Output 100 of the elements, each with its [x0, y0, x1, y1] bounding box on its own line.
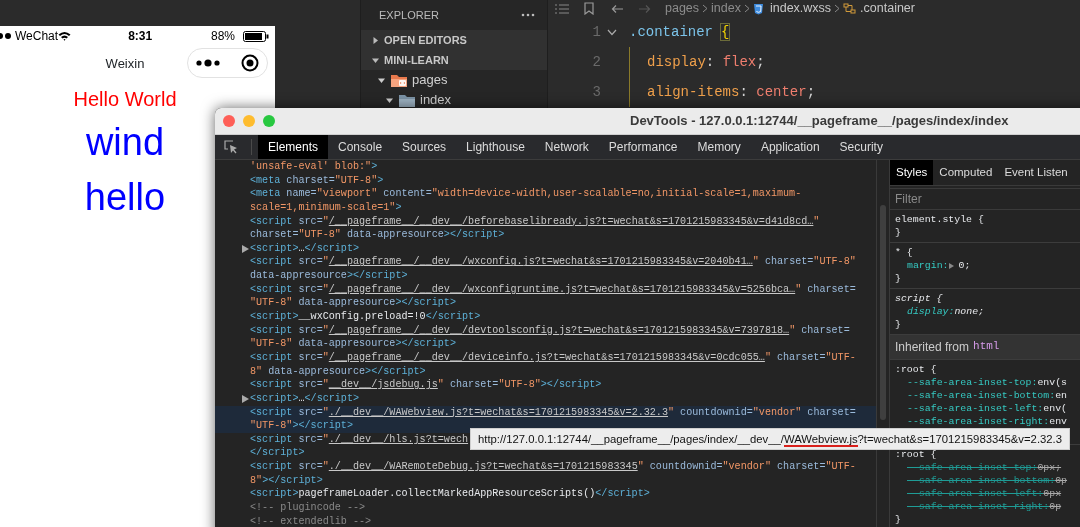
folder-icon [398, 92, 416, 108]
dom-line[interactable]: <meta name="viewport" content="width=device-width,user-scalable=no,initial-scale=1,maximum- [215, 187, 876, 201]
selector-icon [843, 2, 857, 15]
css-file-icon [752, 2, 766, 15]
dom-line[interactable]: 8" data-appresource></script> [215, 364, 876, 379]
dom-line[interactable]: <script src="/__pageframe__/__dev__/wxconfig.js?t=wechat&s=1701215983345&v=2040b41…" charset="UTF-8" [215, 255, 876, 270]
resource-link[interactable]: /__pageframe__/__dev__/devtoolsconfig.js?t=wechat&s=1701215983345&v=7397818… [328, 324, 790, 336]
panel-tab[interactable]: Console [328, 135, 393, 159]
dom-line[interactable]: "UTF-8" data-appresource></script> [215, 337, 876, 351]
css-declaration[interactable]: --safe-area-inset-bottom:en [895, 389, 1080, 402]
css-declaration[interactable]: display:none; [895, 305, 1080, 318]
breadcrumb-item[interactable]: .container [860, 0, 915, 18]
inspect-icon[interactable] [223, 139, 239, 155]
dom-line[interactable]: <script>…</script> [215, 241, 876, 256]
css-selector: * { [895, 246, 914, 259]
dom-line[interactable]: <script>pageframeLoader.collectMarkedAppResourceScripts()</script> [215, 487, 876, 501]
resource-link[interactable]: /__pageframe__/__dev__/deviceinfo.js?t=wechat&s=1701215983345&v=0cdc055… [328, 351, 765, 363]
dom-line[interactable]: <script src="/__pageframe__/__dev__/deviceinfo.js?t=wechat&s=1701215983345&v=0cdc055…" charset="UTF- [215, 350, 876, 365]
line-number: 2 [591, 52, 602, 72]
dom-line[interactable]: <!-- plugincode --> [215, 501, 876, 515]
resource-link[interactable]: /__pageframe__/__dev__/wxconfig.js?t=wechat&s=1701215983345&v=2040b41… [328, 256, 753, 268]
dom-line[interactable]: <script src="/__pageframe__/__dev__/wxconfigruntime.js?t=wechat&s=1701215983345&v=5256bca…" charset= [215, 282, 876, 297]
expand-triangle-icon[interactable] [949, 262, 955, 269]
folder-icon [390, 72, 408, 88]
chevron-icon [834, 4, 841, 13]
page-title: Weixin [105, 55, 145, 74]
capsule-menu[interactable] [187, 48, 268, 78]
panel-tab[interactable]: Lighthouse [456, 135, 535, 159]
css-declaration[interactable]: --safe-area-inset-bottom:0p [895, 474, 1080, 487]
dom-line[interactable]: charset="UTF-8" data-appresource></script> [215, 228, 876, 242]
css-declaration[interactable]: --safe-area-inset-right:env [895, 415, 1080, 428]
scrollbar-thumb[interactable] [880, 205, 886, 420]
dom-line[interactable]: 8"></script> [215, 473, 876, 488]
back-arrow-icon[interactable] [611, 3, 624, 14]
wifi-icon [58, 31, 72, 41]
dom-line[interactable]: <script src="/__pageframe__/__dev__/beforebaselibready.js?t=wechat&s=1701215983345&v=d41d8cd…" [215, 214, 876, 229]
section-header[interactable]: MINI-LEARN [361, 50, 547, 70]
dom-line[interactable]: <!-- extendedlib --> [215, 514, 876, 527]
dom-line[interactable]: <script src="./__dev__/WARemoteDebug.js?t=wechat&s=1701215983345" countdownid="vendor" charset="UTF- [215, 460, 876, 474]
panel-tab[interactable]: Application [750, 135, 830, 159]
dom-line[interactable]: <script src="__dev__/jsdebug.js" charset="UTF-8"></script> [215, 378, 876, 392]
resource-link[interactable]: /__pageframe__/__dev__/wxconfigruntime.js?t=wechat&s=1701215983345&v=5256bca… [328, 283, 796, 295]
css-declaration[interactable]: margin: 0; [895, 259, 1080, 272]
dom-line[interactable]: <script src="/__pageframe__/__dev__/devtoolsconfig.js?t=wechat&s=1701215983345&v=7397818…" charset= [215, 323, 876, 338]
dom-line[interactable]: data-appresource></script> [215, 269, 876, 283]
more-icon[interactable] [521, 13, 535, 17]
resource-link[interactable]: __dev__/jsdebug.js [328, 379, 438, 391]
dom-line[interactable]: scale=1,minimum-scale=1"> [215, 200, 876, 215]
battery-icon [243, 30, 269, 42]
panel-tab[interactable]: Security [829, 135, 893, 159]
more-icon[interactable] [196, 58, 220, 68]
panel-tab[interactable]: Computed [933, 160, 999, 185]
css-declaration[interactable]: --safe-area-inset-left:0px [895, 487, 1080, 500]
expand-triangle-icon[interactable] [242, 244, 249, 253]
dom-line[interactable]: <script>…</script> [215, 391, 876, 406]
css-declaration[interactable]: --safe-area-inset-top:0px; [895, 461, 1080, 474]
tree-item[interactable]: pages [361, 70, 547, 90]
panel-tab[interactable]: Sources [392, 135, 457, 159]
css-declaration[interactable]: --safe-area-inset-right:0p [895, 500, 1080, 513]
css-selector: :root { [895, 363, 938, 376]
inherited-label: Inherited from [895, 339, 970, 356]
section-header[interactable]: OPEN EDITORS [361, 30, 547, 50]
css-declaration[interactable]: --safe-area-inset-top:env(s [895, 376, 1080, 389]
panel-tab[interactable]: Event Listen [998, 160, 1074, 185]
dom-line[interactable]: 'unsafe-eval' blob:"> [215, 160, 876, 174]
dom-line[interactable]: <meta charset="UTF-8"> [215, 173, 876, 188]
tree-item[interactable]: index [361, 90, 547, 110]
closing-brace: } [895, 513, 902, 526]
closing-brace: } [895, 272, 902, 285]
inherited-selector: html [973, 339, 1000, 354]
panel-tab[interactable]: Memory [687, 135, 751, 159]
breadcrumb-item[interactable]: index [711, 0, 741, 18]
filter-field[interactable]: Filter [890, 188, 1080, 210]
code-line: .container { [629, 22, 730, 42]
dom-line[interactable]: <script>__wxConfig.preload=!0</script> [215, 310, 876, 324]
content-text: Hello World [73, 87, 177, 112]
line-number: 3 [591, 82, 602, 102]
code-line: align-items: center; [629, 77, 816, 107]
panel-tab[interactable]: Network [534, 135, 599, 159]
css-selector: script { [895, 292, 944, 305]
resource-link[interactable]: /__pageframe__/__dev__/beforebaselibready.js?t=wechat&s=1701215983345&v=d41d8cd… [328, 215, 814, 227]
dom-line[interactable]: "UTF-8" data-appresource></script> [215, 296, 876, 311]
fold-chevron-icon[interactable] [607, 28, 617, 36]
panel-tab[interactable]: Elements [258, 135, 329, 159]
resource-link[interactable]: ./__dev__/WARemoteDebug.js?t=wechat&s=1701215983345 [328, 461, 638, 473]
panel-tab[interactable]: Performance [598, 135, 688, 159]
resource-link[interactable]: ./__dev__/hls.js?t=wech [328, 433, 469, 445]
resource-link[interactable]: ./__dev__/WAWebview.js?t=wechat&s=1701215983345&v=2.32.3 [328, 406, 668, 418]
breadcrumb-item[interactable]: pages [665, 0, 700, 18]
carrier-name: WeChat [15, 28, 59, 45]
closing-brace: } [895, 226, 902, 239]
close-button[interactable] [223, 115, 235, 127]
css-selector: element.style { [895, 213, 985, 226]
chevron-icon [743, 4, 750, 13]
clock-time: 8:31 [128, 28, 153, 45]
breadcrumb-item[interactable]: index.wxss [769, 0, 832, 18]
css-declaration[interactable]: --safe-area-inset-left:env( [895, 402, 1080, 415]
expand-triangle-icon[interactable] [242, 394, 249, 403]
panel-tab[interactable]: Styles [890, 160, 934, 185]
bookmark-icon[interactable] [584, 2, 594, 15]
